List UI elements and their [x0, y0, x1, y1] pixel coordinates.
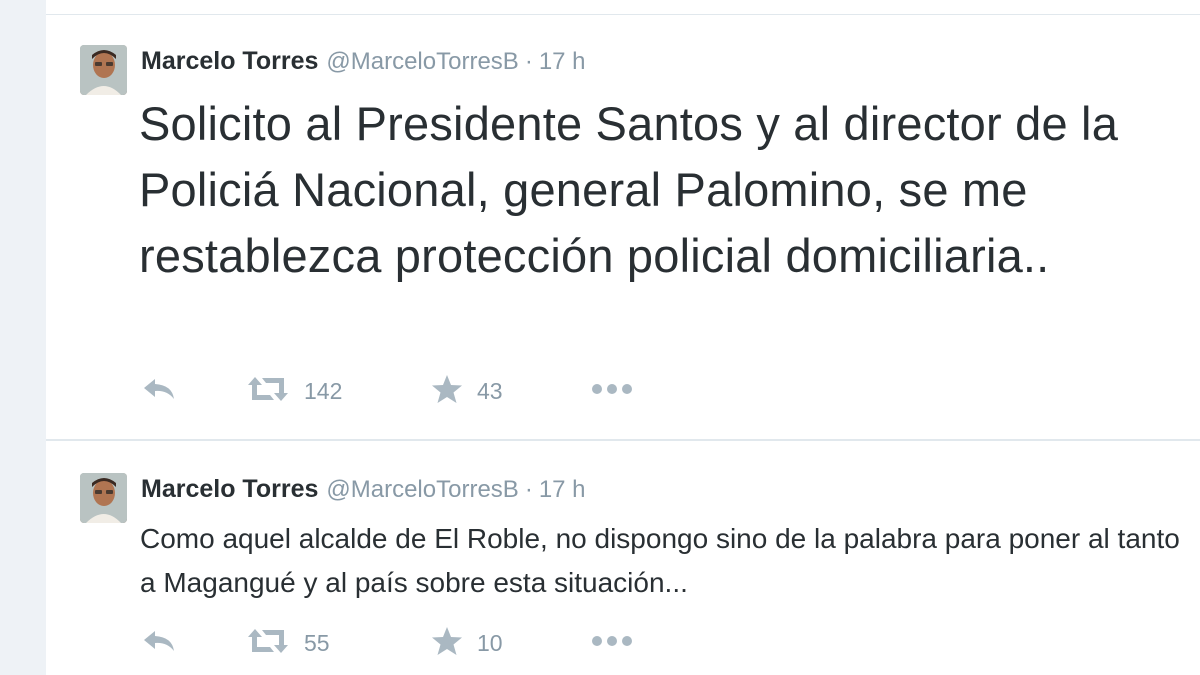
separator-dot: ·: [524, 48, 533, 75]
retweet-button[interactable]: 142: [246, 375, 431, 408]
more-button[interactable]: [591, 634, 651, 652]
retweet-icon: [246, 375, 290, 408]
more-dots-icon: [591, 634, 633, 652]
timeline: Marcelo Torres @MarceloTorresB · 17 h Solic…: [46, 0, 1200, 675]
reply-icon: [141, 376, 177, 407]
tweet-actions: 142 43: [141, 371, 651, 411]
retweet-icon: [246, 627, 290, 660]
tweet-text: Solicito al Presidente Santos y al direc…: [139, 97, 1119, 282]
retweet-count: 55: [304, 629, 330, 656]
avatar[interactable]: [80, 473, 127, 523]
tweet-header: Marcelo Torres @MarceloTorresB · 17 h: [141, 45, 586, 77]
separator-dot: ·: [524, 476, 533, 503]
favorite-count: 10: [477, 629, 503, 656]
tweet-timestamp[interactable]: 17 h: [539, 476, 586, 503]
retweet-button[interactable]: 55: [246, 627, 431, 660]
reply-button[interactable]: [141, 376, 246, 407]
favorite-button[interactable]: 43: [431, 374, 591, 409]
left-gutter: [0, 0, 46, 675]
author-handle[interactable]: @MarceloTorresB: [326, 48, 518, 75]
tweet-timestamp[interactable]: 17 h: [539, 48, 586, 75]
favorite-count: 43: [477, 377, 503, 404]
tweet-text: Como aquel alcalde de El Roble, no dispo…: [140, 523, 1180, 598]
tweet-header: Marcelo Torres @MarceloTorresB · 17 h: [141, 473, 586, 505]
avatar[interactable]: [80, 45, 127, 95]
previous-tweet-edge: [46, 0, 1200, 15]
tweet[interactable]: Marcelo Torres @MarceloTorresB · 17 h Como …: [46, 443, 1200, 675]
tweet[interactable]: Marcelo Torres @MarceloTorresB · 17 h Solic…: [46, 15, 1200, 441]
reply-icon: [141, 628, 177, 659]
author-handle[interactable]: @MarceloTorresB: [326, 476, 518, 503]
star-icon: [431, 626, 463, 661]
more-button[interactable]: [591, 382, 651, 400]
author-name[interactable]: Marcelo Torres: [141, 47, 318, 75]
star-icon: [431, 374, 463, 409]
more-dots-icon: [591, 382, 633, 400]
author-name[interactable]: Marcelo Torres: [141, 475, 318, 503]
retweet-count: 142: [304, 377, 343, 404]
reply-button[interactable]: [141, 628, 246, 659]
tweet-actions: 55 10: [141, 623, 651, 663]
favorite-button[interactable]: 10: [431, 626, 591, 661]
